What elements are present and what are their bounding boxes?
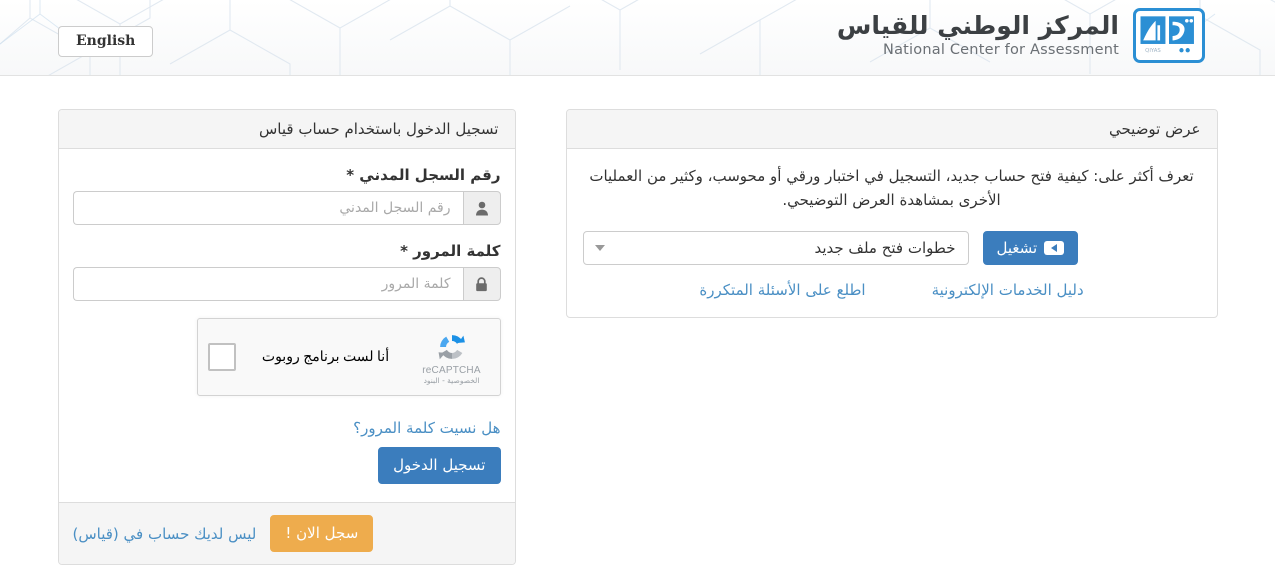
- password-input[interactable]: [72, 267, 463, 301]
- recaptcha-terms-text[interactable]: الخصوصية - البنود: [416, 376, 488, 385]
- play-button-label: تشغيل: [996, 238, 1038, 257]
- demo-select-wrapper: خطوات فتح ملف جديد: [582, 230, 969, 265]
- content-container: تسجيل الدخول باستخدام حساب قياس رقم السج…: [57, 109, 1218, 565]
- youtube-play-icon: [1044, 240, 1065, 255]
- recaptcha-branding: reCAPTCHA الخصوصية - البنود: [416, 330, 488, 385]
- lock-icon: [462, 267, 501, 301]
- login-panel-title: تسجيل الدخول باستخدام حساب قياس: [58, 110, 515, 149]
- recaptcha-label: أنا لست برنامج روبوت: [261, 349, 390, 365]
- eservices-guide-link[interactable]: دليل الخدمات الإلكترونية: [932, 281, 1084, 299]
- demo-panel-body: تعرف أكثر على: كيفية فتح حساب جديد، التس…: [567, 149, 1217, 317]
- forgot-password-row: هل نسيت كلمة المرور؟: [73, 418, 500, 437]
- recaptcha-widget[interactable]: أنا لست برنامج روبوت reCAPTCHA الخصوصية …: [196, 318, 501, 396]
- national-id-field-group: [72, 191, 501, 225]
- login-panel-footer: ليس لديك حساب في (قياس) سجل الان !: [58, 502, 515, 564]
- user-icon: [462, 191, 501, 225]
- demo-panel-title: عرض توضيحي: [566, 110, 1217, 149]
- recaptcha-icon: [438, 334, 465, 359]
- brand-logo-block: المركز الوطني للقياس National Center for…: [837, 8, 1205, 63]
- faq-link[interactable]: اطلع على الأسئلة المتكررة: [699, 281, 865, 299]
- login-submit-button[interactable]: تسجيل الدخول: [378, 447, 501, 484]
- login-panel: تسجيل الدخول باستخدام حساب قياس رقم السج…: [57, 109, 516, 565]
- recaptcha-checkbox[interactable]: [207, 343, 236, 371]
- login-form: رقم السجل المدني * كلمة المرور *: [59, 149, 515, 502]
- recaptcha-brand-text: reCAPTCHA: [422, 364, 481, 376]
- no-account-text: ليس لديك حساب في (قياس): [72, 524, 257, 543]
- forgot-password-link[interactable]: هل نسيت كلمة المرور؟: [353, 419, 500, 437]
- demo-topic-select[interactable]: خطوات فتح ملف جديد: [582, 230, 969, 265]
- brand-name-english: National Center for Assessment: [883, 41, 1119, 58]
- play-video-button[interactable]: تشغيل: [982, 230, 1079, 265]
- svg-text:QIYAS: QIYAS: [1145, 48, 1161, 54]
- brand-name-arabic: المركز الوطني للقياس: [836, 10, 1119, 40]
- register-now-button[interactable]: سجل الان !: [270, 515, 374, 552]
- demo-description: تعرف أكثر على: كيفية فتح حساب جديد، التس…: [589, 167, 1194, 210]
- demo-links: اطلع على الأسئلة المتكررة دليل الخدمات ا…: [583, 281, 1201, 299]
- site-header: English المركز الوطني للقياس National Ce…: [0, 0, 1275, 76]
- password-field-group: [72, 267, 501, 301]
- login-button-row: تسجيل الدخول: [73, 447, 501, 492]
- national-id-label: رقم السجل المدني *: [346, 166, 501, 184]
- demo-panel: عرض توضيحي تعرف أكثر على: كيفية فتح حساب…: [565, 109, 1218, 318]
- demo-controls: خطوات فتح ملف جديد تشغيل: [582, 230, 1201, 265]
- brand-text: المركز الوطني للقياس National Center for…: [836, 10, 1119, 59]
- password-label: كلمة المرور *: [400, 242, 501, 260]
- qiyas-logo-icon: QIYAS: [1133, 8, 1205, 63]
- page-body: تسجيل الدخول باستخدام حساب قياس رقم السج…: [0, 76, 1275, 565]
- language-toggle-button[interactable]: English: [58, 26, 154, 57]
- national-id-input[interactable]: [72, 191, 463, 225]
